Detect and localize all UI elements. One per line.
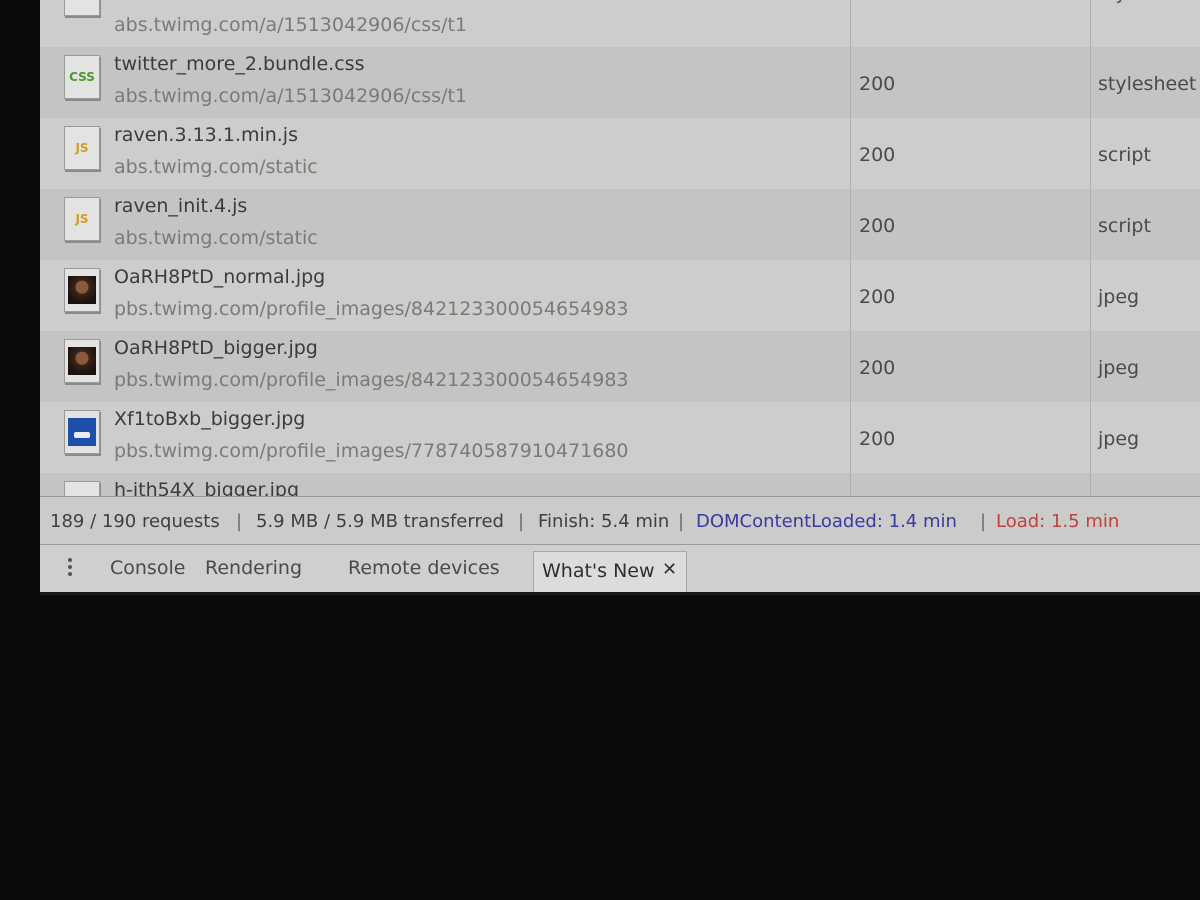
tab-remote-devices[interactable]: Remote devices [348,557,500,579]
image-thumbnail-icon [64,410,100,454]
column-divider[interactable] [850,0,851,496]
summary-separator: | [678,511,685,532]
request-type: jpeg [1098,286,1140,308]
table-row[interactable]: OaRH8PtD_bigger.jpg pbs.twimg.com/profil… [40,331,1200,402]
table-row[interactable]: JS raven.3.13.1.min.js abs.twimg.com/sta… [40,118,1200,189]
image-thumbnail-icon [64,481,100,496]
tab-whats-new-label: What's New [542,560,655,582]
image-thumbnail-icon [64,339,100,383]
request-url: abs.twimg.com/static [114,227,318,249]
request-name: raven.3.13.1.min.js [114,124,298,146]
transferred-size: 5.9 MB / 5.9 MB transferred [256,511,504,532]
image-thumbnail-icon [64,268,100,312]
network-summary-bar: 189 / 190 requests | 5.9 MB / 5.9 MB tra… [40,496,1200,545]
request-url: pbs.twimg.com/profile_images/84212330005… [114,298,629,320]
request-status: 200 [859,357,896,379]
table-row[interactable]: Xf1toBxb_bigger.jpg pbs.twimg.com/profil… [40,402,1200,473]
summary-separator: | [980,511,987,532]
request-name: Xf1toBxb_bigger.jpg [114,408,306,430]
request-status: 200 [859,286,896,308]
css-file-icon: CSS [64,55,100,99]
js-file-icon: JS [64,126,100,170]
request-name: h-ith54X_bigger.jpg [114,479,300,496]
dom-content-loaded-time: DOMContentLoaded: 1.4 min [696,511,957,532]
css-file-icon: CSS [64,0,100,16]
request-status: 200 [859,215,896,237]
request-type: script [1098,215,1151,237]
request-type: script [1098,144,1151,166]
more-options-icon[interactable] [66,555,74,583]
table-row[interactable]: JS raven_init.4.js abs.twimg.com/static … [40,189,1200,260]
summary-separator: | [236,511,243,532]
request-type: jpeg [1098,357,1140,379]
devtools-panel: CSS abs.twimg.com/a/1513042906/css/t1 20… [40,0,1200,592]
tab-console[interactable]: Console [110,557,185,579]
request-url: abs.twimg.com/a/1513042906/css/t1 [114,85,468,107]
request-name: OaRH8PtD_normal.jpg [114,266,326,288]
request-name: OaRH8PtD_bigger.jpg [114,337,318,359]
summary-separator: | [518,511,525,532]
screen-bezel-edge [40,592,1200,595]
request-status: 200 [859,144,896,166]
finish-time: Finish: 5.4 min [538,511,670,532]
table-row[interactable]: h-ith54X_bigger.jpg [40,473,1200,496]
close-icon[interactable]: ✕ [662,559,677,580]
request-type: jpeg [1098,428,1140,450]
request-url: pbs.twimg.com/profile_images/84212330005… [114,369,629,391]
request-url: abs.twimg.com/a/1513042906/css/t1 [114,14,468,36]
tab-rendering[interactable]: Rendering [205,557,302,579]
request-name: raven_init.4.js [114,195,248,217]
request-status: 200 [859,73,896,95]
tab-whats-new[interactable]: What's New ✕ [533,551,687,592]
load-time: Load: 1.5 min [996,511,1120,532]
drawer-tab-bar: Console Rendering Remote devices What's … [40,544,1200,592]
table-row[interactable]: CSS abs.twimg.com/a/1513042906/css/t1 20… [40,0,1200,47]
js-file-icon: JS [64,197,100,241]
request-type: stylesheet [1098,73,1197,95]
network-request-table: CSS abs.twimg.com/a/1513042906/css/t1 20… [40,0,1200,496]
requests-count: 189 / 190 requests [50,511,220,532]
request-status: 200 [859,428,896,450]
column-divider[interactable] [1090,0,1091,496]
request-url: abs.twimg.com/static [114,156,318,178]
request-url: pbs.twimg.com/profile_images/77874058791… [114,440,629,462]
request-name: twitter_more_2.bundle.css [114,53,365,75]
table-row[interactable]: CSS twitter_more_2.bundle.css abs.twimg.… [40,47,1200,118]
table-row[interactable]: OaRH8PtD_normal.jpg pbs.twimg.com/profil… [40,260,1200,331]
request-type: stylesheet [1098,0,1196,4]
